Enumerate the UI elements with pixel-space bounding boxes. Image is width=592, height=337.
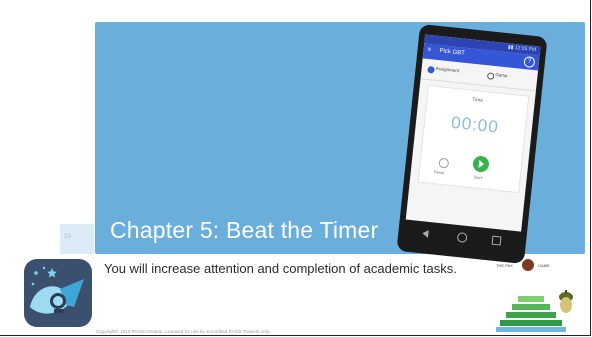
home-icon[interactable] [456, 231, 468, 243]
copyright-notice: Copyright© 2019 PAXIS Institute. License… [96, 329, 271, 334]
timer-card: Time 00:00 Reset Start [417, 85, 530, 194]
menu-icon[interactable]: ≡ [427, 47, 431, 53]
chapter-title: Chapter 5: Beat the Timer [110, 217, 379, 243]
app-title: Pick GBT [439, 48, 466, 57]
logo-left-text: THE PAX [496, 263, 513, 268]
phone-screen: ▮▮ 12:05 PM ≡ Pick GBT ? Assignment Game… [405, 34, 541, 232]
pyramid-tier [500, 320, 562, 326]
pyramid-tier [512, 304, 550, 310]
recent-apps-icon[interactable] [491, 235, 502, 246]
slide-description: You will increase attention and completi… [104, 261, 457, 276]
logo-right-text: GAME [538, 263, 550, 268]
pyramid-tier [506, 312, 556, 318]
reset-icon[interactable] [438, 157, 450, 169]
timer-label: Time [471, 96, 484, 104]
logo-mark [522, 259, 534, 271]
app-icon [24, 259, 92, 327]
pyramid-graphic [496, 290, 574, 332]
game-radio-label: Game [495, 72, 508, 79]
assignment-radio-label: Assignment [435, 65, 460, 74]
acorn-icon [559, 290, 573, 313]
game-radio[interactable] [486, 72, 495, 80]
timer-display: 00:00 [450, 112, 500, 137]
reset-label: Reset [433, 169, 445, 176]
assignment-radio[interactable] [427, 65, 435, 74]
back-icon[interactable] [421, 229, 429, 238]
play-icon[interactable] [472, 155, 490, 173]
phone-mockup: ▮▮ 12:05 PM ≡ Pick GBT ? Assignment Game… [396, 23, 548, 265]
slide-number: 23 [64, 234, 71, 240]
pax-game-logo: THE PAX GAME [496, 259, 564, 273]
help-icon[interactable]: ? [523, 56, 536, 69]
start-label: Start [473, 174, 483, 181]
pyramid-tier [518, 296, 544, 302]
pyramid-base [496, 327, 566, 332]
